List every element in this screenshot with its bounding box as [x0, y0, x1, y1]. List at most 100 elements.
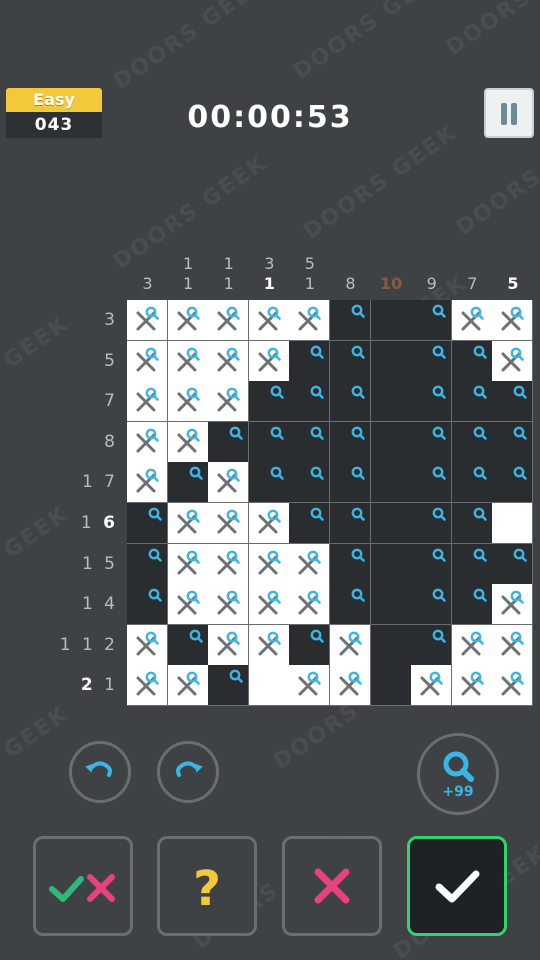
cell-filled[interactable] [411, 502, 452, 543]
cell-filled[interactable] [289, 340, 330, 381]
cell-filled[interactable] [451, 584, 492, 625]
cell-filled[interactable] [248, 421, 289, 462]
cell-crossed[interactable] [289, 543, 330, 584]
cell-filled[interactable] [492, 381, 533, 422]
cell-crossed[interactable] [248, 502, 289, 543]
cell-filled[interactable] [329, 543, 370, 584]
cell-filled[interactable] [370, 584, 411, 625]
undo-button[interactable] [69, 741, 131, 803]
cell-crossed[interactable] [208, 340, 249, 381]
cell-filled[interactable] [451, 462, 492, 503]
cell-crossed[interactable] [492, 300, 533, 340]
cell-crossed[interactable] [167, 502, 208, 543]
cell-filled[interactable] [167, 462, 208, 503]
cell-crossed[interactable] [492, 665, 533, 706]
cell-crossed[interactable] [167, 381, 208, 422]
cell-crossed[interactable] [127, 381, 167, 422]
cell-filled[interactable] [451, 381, 492, 422]
puzzle-grid[interactable] [127, 300, 533, 706]
cell-crossed[interactable] [208, 300, 249, 340]
cell-crossed[interactable] [127, 421, 167, 462]
cell-filled[interactable] [370, 381, 411, 422]
cell-crossed[interactable] [208, 584, 249, 625]
cell-filled[interactable] [329, 381, 370, 422]
cell-filled[interactable] [329, 300, 370, 340]
cell-crossed[interactable] [248, 624, 289, 665]
cell-empty[interactable] [248, 665, 289, 706]
cell-filled[interactable] [411, 421, 452, 462]
cell-filled[interactable] [370, 624, 411, 665]
cell-filled[interactable] [411, 543, 452, 584]
cell-filled[interactable] [289, 502, 330, 543]
cell-filled[interactable] [411, 340, 452, 381]
cell-crossed[interactable] [289, 665, 330, 706]
cell-filled[interactable] [492, 421, 533, 462]
cell-filled[interactable] [127, 543, 167, 584]
cell-filled[interactable] [451, 421, 492, 462]
cell-filled[interactable] [329, 340, 370, 381]
cell-filled[interactable] [370, 502, 411, 543]
cell-filled[interactable] [248, 381, 289, 422]
cell-filled[interactable] [208, 421, 249, 462]
cell-crossed[interactable] [127, 462, 167, 503]
cell-filled[interactable] [411, 300, 452, 340]
cell-crossed[interactable] [127, 665, 167, 706]
cell-crossed[interactable] [208, 502, 249, 543]
cell-crossed[interactable] [167, 584, 208, 625]
cell-crossed[interactable] [167, 421, 208, 462]
cell-filled[interactable] [127, 502, 167, 543]
cell-filled[interactable] [370, 300, 411, 340]
cell-filled[interactable] [411, 584, 452, 625]
cell-filled[interactable] [289, 624, 330, 665]
hint-button[interactable]: +99 [417, 733, 499, 815]
cell-crossed[interactable] [248, 300, 289, 340]
cell-filled[interactable] [411, 462, 452, 503]
cell-filled[interactable] [208, 665, 249, 706]
cell-filled[interactable] [127, 584, 167, 625]
cell-crossed[interactable] [208, 381, 249, 422]
cell-crossed[interactable] [208, 624, 249, 665]
fill-mode-button[interactable] [407, 836, 507, 936]
cell-crossed[interactable] [248, 340, 289, 381]
cell-crossed[interactable] [289, 300, 330, 340]
cell-empty[interactable] [492, 502, 533, 543]
redo-button[interactable] [157, 741, 219, 803]
cell-filled[interactable] [451, 502, 492, 543]
check-cross-mode-button[interactable] [33, 836, 133, 936]
cell-crossed[interactable] [451, 665, 492, 706]
cell-filled[interactable] [329, 502, 370, 543]
cell-crossed[interactable] [167, 665, 208, 706]
cell-filled[interactable] [289, 381, 330, 422]
cell-filled[interactable] [167, 624, 208, 665]
cell-crossed[interactable] [127, 300, 167, 340]
cell-crossed[interactable] [167, 543, 208, 584]
cell-filled[interactable] [370, 462, 411, 503]
question-button[interactable]: ? [157, 836, 257, 936]
cell-filled[interactable] [411, 624, 452, 665]
pause-button[interactable] [484, 88, 534, 138]
cell-filled[interactable] [329, 421, 370, 462]
cell-filled[interactable] [451, 340, 492, 381]
cell-filled[interactable] [370, 421, 411, 462]
cell-crossed[interactable] [329, 665, 370, 706]
cell-crossed[interactable] [451, 300, 492, 340]
cell-crossed[interactable] [492, 624, 533, 665]
cell-crossed[interactable] [208, 543, 249, 584]
cell-filled[interactable] [492, 462, 533, 503]
cross-mode-button[interactable] [282, 836, 382, 936]
cell-crossed[interactable] [248, 584, 289, 625]
cell-crossed[interactable] [289, 584, 330, 625]
cell-crossed[interactable] [127, 624, 167, 665]
cell-crossed[interactable] [329, 624, 370, 665]
cell-filled[interactable] [411, 381, 452, 422]
cell-crossed[interactable] [127, 340, 167, 381]
cell-crossed[interactable] [167, 300, 208, 340]
cell-crossed[interactable] [492, 340, 533, 381]
cell-crossed[interactable] [167, 340, 208, 381]
cell-crossed[interactable] [208, 462, 249, 503]
cell-filled[interactable] [329, 584, 370, 625]
cell-filled[interactable] [289, 421, 330, 462]
cell-filled[interactable] [492, 543, 533, 584]
cell-filled[interactable] [370, 543, 411, 584]
cell-crossed[interactable] [248, 543, 289, 584]
